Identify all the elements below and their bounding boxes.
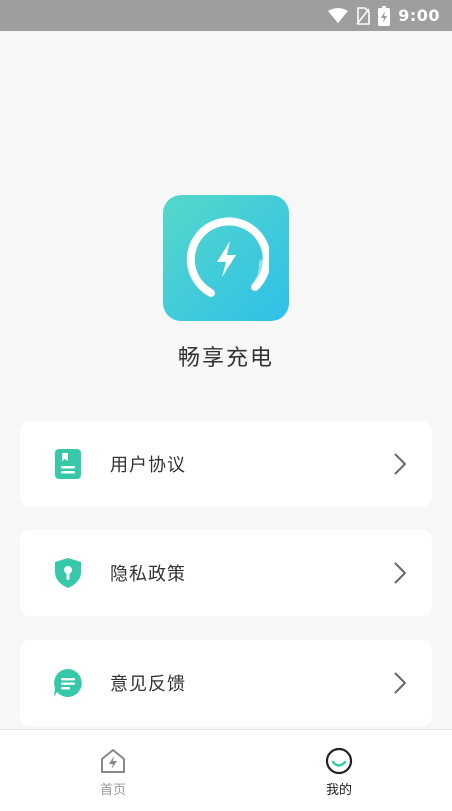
no-sim-icon bbox=[356, 6, 371, 25]
menu-item-label: 意见反馈 bbox=[110, 674, 186, 695]
menu-item-label: 隐私政策 bbox=[110, 564, 186, 585]
home-charging-icon bbox=[101, 749, 125, 773]
document-icon bbox=[52, 448, 84, 480]
bottom-nav: 首页 我的 bbox=[0, 729, 452, 811]
nav-label-home: 首页 bbox=[99, 783, 126, 798]
menu-item-privacy-policy[interactable]: 隐私政策 bbox=[20, 530, 432, 616]
nav-label-mine: 我的 bbox=[325, 783, 352, 798]
chevron-right-icon bbox=[392, 561, 408, 585]
menu-item-feedback[interactable]: 意见反馈 bbox=[20, 640, 432, 726]
nav-item-mine[interactable]: 我的 bbox=[226, 730, 452, 811]
status-bar: 9:00 bbox=[0, 0, 452, 31]
smile-icon bbox=[325, 747, 353, 775]
charging-gauge-icon bbox=[186, 217, 269, 297]
menu-item-label: 用户协议 bbox=[110, 455, 186, 476]
nav-item-home[interactable]: 首页 bbox=[0, 730, 226, 811]
app-name: 畅享充电 bbox=[177, 346, 274, 371]
menu-item-user-agreement[interactable]: 用户协议 bbox=[20, 421, 432, 507]
shield-icon bbox=[52, 557, 84, 589]
feedback-icon bbox=[52, 667, 84, 699]
app-logo bbox=[163, 195, 289, 321]
status-time: 9:00 bbox=[398, 6, 440, 25]
chevron-right-icon bbox=[392, 671, 408, 695]
battery-charging-icon bbox=[378, 5, 391, 26]
wifi-icon bbox=[328, 7, 349, 23]
chevron-right-icon bbox=[392, 452, 408, 476]
